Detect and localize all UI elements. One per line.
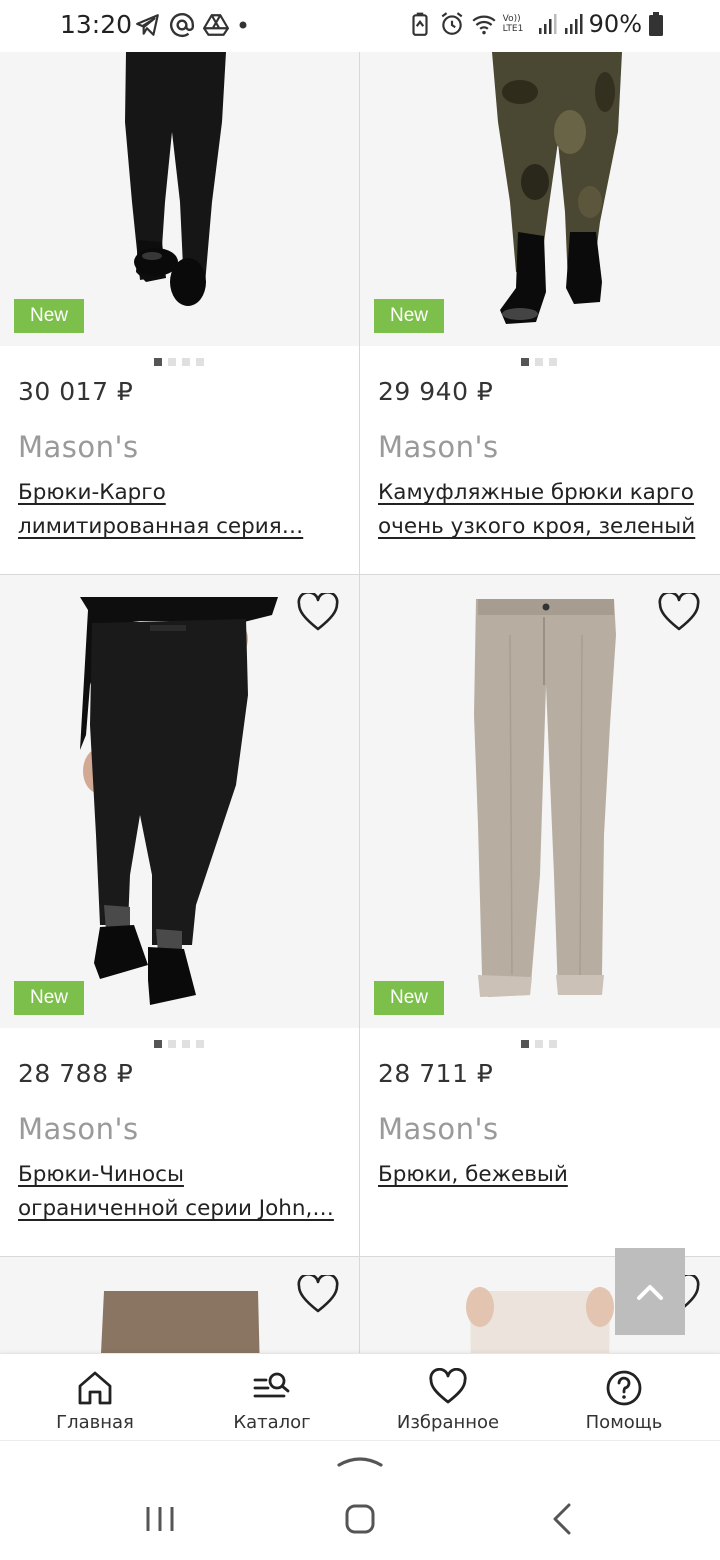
- product-price: 28 711 ₽: [378, 1059, 494, 1088]
- wifi-icon: [472, 15, 496, 35]
- pagination-dot[interactable]: [168, 358, 176, 366]
- alarm-icon: [441, 12, 463, 35]
- image-pagination-dots[interactable]: [154, 358, 204, 366]
- back-icon[interactable]: [543, 1499, 583, 1539]
- pagination-dot[interactable]: [154, 1040, 162, 1048]
- nav-label: Помощь: [585, 1412, 663, 1433]
- product-price: 28 788 ₽: [18, 1059, 134, 1088]
- image-pagination-dots[interactable]: [521, 1040, 557, 1048]
- help-icon: [606, 1370, 642, 1406]
- product-title-line: Брюки, бежевый: [378, 1162, 568, 1187]
- battery-percent: 90%: [588, 10, 642, 38]
- product-title-link[interactable]: Камуфляжные брюки карго очень узкого кро…: [378, 476, 708, 544]
- product-card[interactable]: New 29 940 ₽ Mason's Камуфляжные брюки к…: [360, 52, 720, 575]
- recent-apps-icon[interactable]: [140, 1499, 180, 1539]
- pagination-dot[interactable]: [196, 1040, 204, 1048]
- pagination-dot[interactable]: [168, 1040, 176, 1048]
- battery-saver-icon: [412, 12, 428, 36]
- heart-icon: [297, 1273, 339, 1313]
- pagination-dot[interactable]: [521, 358, 529, 366]
- product-brand[interactable]: Mason's: [18, 1112, 139, 1146]
- dot-icon: [239, 21, 247, 29]
- favorite-heart-button[interactable]: [297, 1273, 339, 1315]
- status-time: 13:20: [60, 10, 133, 39]
- pagination-dot[interactable]: [535, 1040, 543, 1048]
- product-price: 30 017 ₽: [18, 377, 134, 406]
- product-card[interactable]: New 28 711 ₽ Mason's Брюки, бежевый: [360, 575, 720, 1257]
- product-price: 29 940 ₽: [378, 377, 494, 406]
- pagination-dot[interactable]: [154, 358, 162, 366]
- image-pagination-dots[interactable]: [521, 358, 557, 366]
- pagination-dot[interactable]: [182, 358, 190, 366]
- system-navigation-bar: [0, 1440, 720, 1560]
- status-bar: 13:20 Vo)) LTE1 90%: [0, 0, 720, 52]
- signal-icon: [538, 14, 557, 34]
- catalog-search-icon: [253, 1372, 290, 1398]
- bottom-navigation: Главная Каталог Избранное Помощь: [0, 1353, 720, 1440]
- heart-icon: [429, 1368, 467, 1404]
- product-brand[interactable]: Mason's: [378, 1112, 499, 1146]
- nav-catalog[interactable]: Каталог: [192, 1368, 352, 1433]
- product-title-line: ограниченной серии John,…: [18, 1196, 334, 1221]
- panel-handle-icon[interactable]: [336, 1451, 384, 1471]
- nav-label: Каталог: [233, 1412, 311, 1433]
- drive-icon: [203, 14, 229, 36]
- product-title-link[interactable]: Брюки-Чиносы ограниченной серии John,…: [18, 1158, 348, 1226]
- product-title-line: лимитированная серия…: [18, 514, 304, 539]
- new-badge: New: [14, 299, 84, 333]
- nav-label: Главная: [56, 1412, 134, 1433]
- signal-icon: [564, 14, 583, 34]
- pagination-dot[interactable]: [196, 358, 204, 366]
- product-brand[interactable]: Mason's: [378, 430, 499, 464]
- home-icon: [78, 1371, 112, 1405]
- product-title-line: Брюки-Карго: [18, 480, 166, 505]
- product-title-line: Камуфляжные брюки карго: [378, 480, 694, 505]
- new-badge: New: [374, 981, 444, 1015]
- product-card[interactable]: [0, 1257, 360, 1353]
- heart-icon: [297, 591, 339, 631]
- favorite-heart-button[interactable]: [297, 591, 339, 633]
- at-sign-icon: [169, 13, 195, 37]
- product-title-line: Брюки-Чиносы: [18, 1162, 184, 1187]
- scroll-to-top-button[interactable]: [615, 1248, 685, 1335]
- nav-help[interactable]: Помощь: [544, 1368, 704, 1433]
- telegram-icon: [136, 14, 159, 36]
- product-brand[interactable]: Mason's: [18, 430, 139, 464]
- product-card[interactable]: New 30 017 ₽ Mason's Брюки-Карго лимитир…: [0, 52, 360, 575]
- home-button-icon[interactable]: [340, 1499, 380, 1539]
- nav-favorites[interactable]: Избранное: [368, 1368, 528, 1433]
- product-grid: New 30 017 ₽ Mason's Брюки-Карго лимитир…: [0, 52, 720, 1353]
- status-notification-icons: [135, 12, 249, 38]
- product-card[interactable]: New 28 788 ₽ Mason's Брюки-Чиносы ограни…: [0, 575, 360, 1257]
- status-system-icons: Vo)) LTE1 90%: [407, 10, 664, 38]
- new-badge: New: [374, 299, 444, 333]
- product-title-link[interactable]: Брюки, бежевый: [378, 1158, 708, 1192]
- heart-icon: [658, 591, 700, 631]
- product-title-link[interactable]: Брюки-Карго лимитированная серия…: [18, 476, 348, 544]
- pagination-dot[interactable]: [535, 358, 543, 366]
- favorite-heart-button[interactable]: [658, 591, 700, 633]
- product-photo-beige-trousers: [474, 599, 616, 997]
- battery-icon: [649, 12, 663, 36]
- nav-label: Избранное: [396, 1412, 500, 1433]
- product-image[interactable]: [0, 575, 359, 1028]
- pagination-dot[interactable]: [182, 1040, 190, 1048]
- product-photo-black-chinos: [80, 597, 278, 1005]
- volte-indicator: Vo)) LTE1: [502, 14, 524, 34]
- pagination-dot[interactable]: [549, 358, 557, 366]
- pagination-dot[interactable]: [521, 1040, 529, 1048]
- new-badge: New: [14, 981, 84, 1015]
- product-title-line: очень узкого кроя, зеленый: [378, 514, 696, 539]
- pagination-dot[interactable]: [549, 1040, 557, 1048]
- chevron-up-icon: [637, 1284, 663, 1300]
- product-image[interactable]: [360, 575, 720, 1028]
- image-pagination-dots[interactable]: [154, 1040, 204, 1048]
- nav-home[interactable]: Главная: [15, 1368, 175, 1433]
